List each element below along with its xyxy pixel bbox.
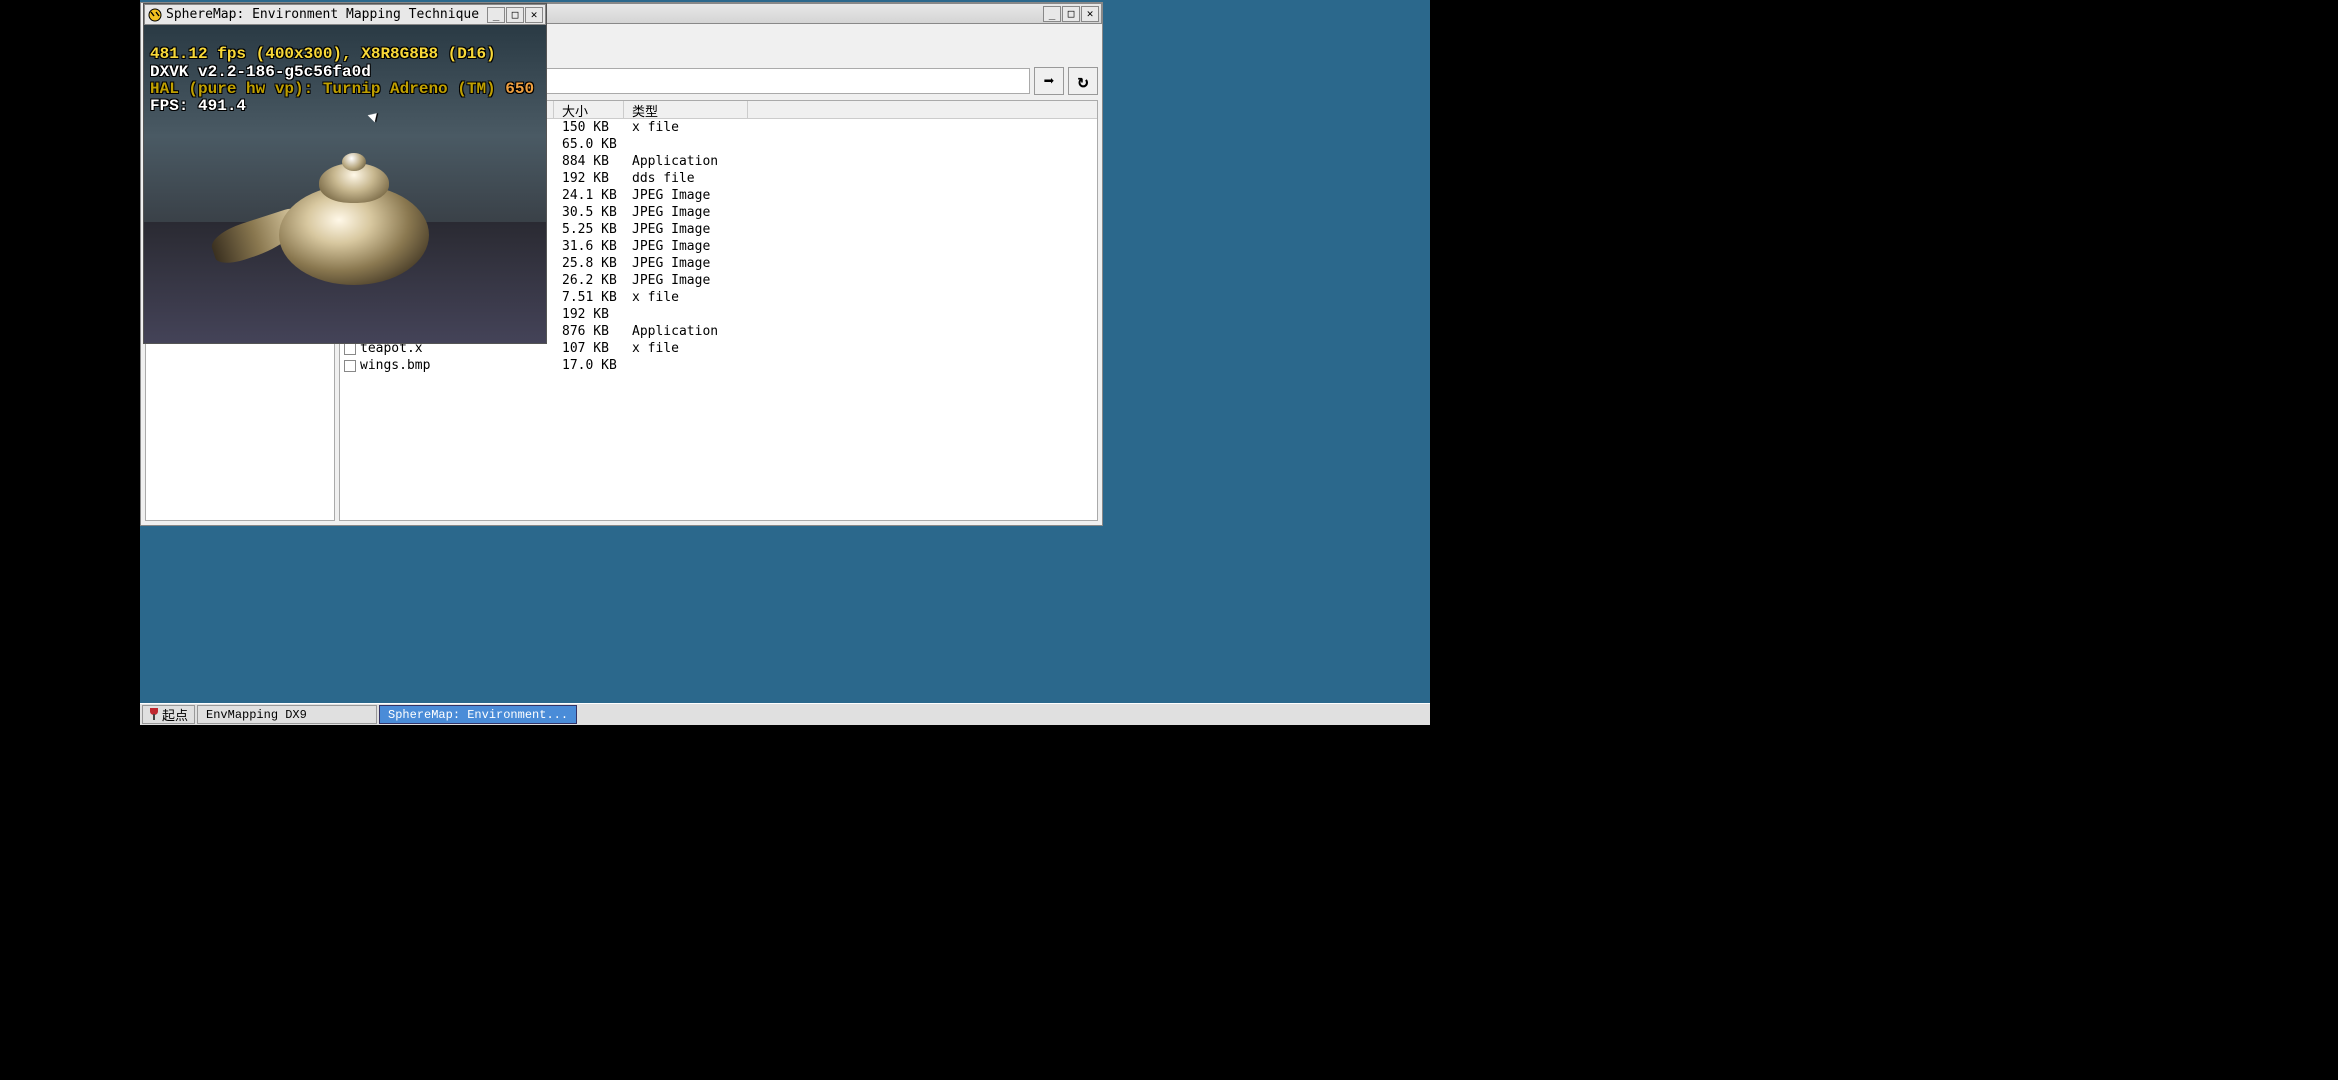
taskbar: 起点 EnvMapping DX9 SphereMap: Environment… [140, 703, 1430, 725]
file-icon [344, 343, 356, 355]
spheremap-title: SphereMap: Environment Mapping Technique [166, 7, 487, 22]
arrow-right-icon: ➡ [1044, 71, 1055, 92]
file-name: wings.bmp [360, 358, 430, 373]
taskbar-item-spheremap[interactable]: SphereMap: Environment... [379, 705, 577, 724]
overlay-hal-line: HAL (pure hw vp): Turnip Adreno (TM) 650 [150, 80, 534, 98]
file-type: x file [624, 341, 748, 356]
taskbar-item-envmapping[interactable]: EnvMapping DX9 [197, 705, 377, 724]
file-type: Application [624, 324, 748, 339]
file-size: 5.25 KB [554, 222, 624, 237]
file-row[interactable]: wings.bmp 17.0 KB [340, 357, 1097, 374]
file-type: Application [624, 154, 748, 169]
stats-overlay: 481.12 fps (400x300), X8R8G8B8 (D16) DXV… [150, 29, 534, 115]
file-size: 876 KB [554, 324, 624, 339]
teapot-model [199, 135, 479, 305]
go-button[interactable]: ➡ [1034, 67, 1064, 95]
file-type: x file [624, 290, 748, 305]
column-header-type[interactable]: 类型 [624, 101, 748, 118]
file-size: 17.0 KB [554, 358, 624, 373]
overlay-dxvk-line: DXVK v2.2-186-g5c56fa0d [150, 63, 371, 81]
spheremap-titlebar[interactable]: SphereMap: Environment Mapping Technique… [144, 4, 546, 25]
file-type: JPEG Image [624, 205, 748, 220]
spheremap-window: SphereMap: Environment Mapping Technique… [143, 3, 547, 344]
file-size: 25.8 KB [554, 256, 624, 271]
file-size: 192 KB [554, 171, 624, 186]
close-button[interactable]: ✕ [525, 7, 543, 23]
file-size: 31.6 KB [554, 239, 624, 254]
file-type: JPEG Image [624, 222, 748, 237]
refresh-button[interactable]: ↻ [1068, 67, 1098, 95]
maximize-button[interactable]: □ [506, 7, 524, 23]
file-size: 192 KB [554, 307, 624, 322]
file-size: 24.1 KB [554, 188, 624, 203]
minimize-button[interactable]: _ [487, 7, 505, 23]
overlay-fps2-line: FPS: 491.4 [150, 97, 246, 115]
file-type: x file [624, 120, 748, 135]
file-type: JPEG Image [624, 273, 748, 288]
wine-icon [149, 708, 159, 722]
file-manager-titlebar[interactable]: _ □ ✕ [546, 3, 1102, 24]
render-viewport[interactable]: 481.12 fps (400x300), X8R8G8B8 (D16) DXV… [144, 25, 546, 343]
file-type: JPEG Image [624, 256, 748, 271]
file-size: 7.51 KB [554, 290, 624, 305]
file-type: dds file [624, 171, 748, 186]
app-icon [147, 7, 163, 23]
minimize-button[interactable]: _ [1043, 6, 1061, 22]
start-button[interactable]: 起点 [142, 705, 195, 724]
file-size: 107 KB [554, 341, 624, 356]
maximize-button[interactable]: □ [1062, 6, 1080, 22]
column-header-size[interactable]: 大小 [554, 101, 624, 118]
file-type: JPEG Image [624, 239, 748, 254]
file-size: 150 KB [554, 120, 624, 135]
file-size: 26.2 KB [554, 273, 624, 288]
file-icon [344, 360, 356, 372]
close-button[interactable]: ✕ [1081, 6, 1099, 22]
file-type: JPEG Image [624, 188, 748, 203]
file-size: 65.0 KB [554, 137, 624, 152]
overlay-fps-line: 481.12 fps (400x300), X8R8G8B8 (D16) [150, 45, 496, 63]
file-size: 30.5 KB [554, 205, 624, 220]
file-size: 884 KB [554, 154, 624, 169]
refresh-icon: ↻ [1078, 71, 1089, 92]
desktop: _ □ ✕ 夹 ➡ ↻ 大小 类型 [140, 0, 1430, 725]
start-label: 起点 [162, 705, 188, 724]
